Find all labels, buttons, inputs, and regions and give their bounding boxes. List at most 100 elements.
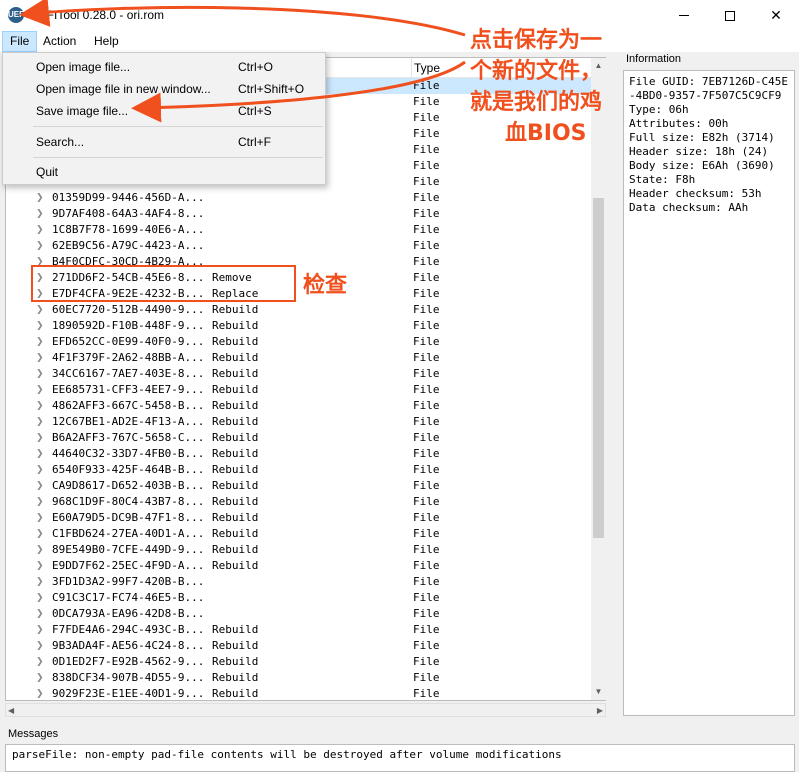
tree-row[interactable]: ❯ CA9D8617-D652-403B-B... Rebuild File — [6, 478, 591, 494]
tree-row[interactable]: ❯ 9D7AF408-64A3-4AF4-8... File — [6, 206, 591, 222]
expand-chevron-icon[interactable]: ❯ — [36, 590, 44, 606]
tree-row[interactable]: ❯ 0D1ED2F7-E92B-4562-9... Rebuild File — [6, 654, 591, 670]
tree-row[interactable]: ❯ 0DCA793A-EA96-42D8-B... File — [6, 606, 591, 622]
expand-chevron-icon[interactable]: ❯ — [36, 446, 44, 462]
tree-row[interactable]: ❯ 4F1F379F-2A62-48BB-A... Rebuild File — [6, 350, 591, 366]
close-button[interactable]: ✕ — [753, 0, 799, 31]
expand-chevron-icon[interactable]: ❯ — [36, 350, 44, 366]
expand-chevron-icon[interactable]: ❯ — [36, 398, 44, 414]
tree-row[interactable]: ❯ 3FD1D3A2-99F7-420B-B... File — [6, 574, 591, 590]
menu-item-open-new-window[interactable]: Open image file in new window... Ctrl+Sh… — [3, 78, 325, 100]
menu-file[interactable]: File — [2, 31, 38, 52]
tree-row[interactable]: ❯ 1C8B7F78-1699-40E6-A... File — [6, 222, 591, 238]
minimize-icon — [679, 15, 689, 16]
tree-row[interactable]: ❯ 6540F933-425F-464B-B... Rebuild File — [6, 462, 591, 478]
expand-chevron-icon[interactable]: ❯ — [36, 382, 44, 398]
tree-row[interactable]: ❯ 4862AFF3-667C-5458-B... Rebuild File — [6, 398, 591, 414]
tree-row[interactable]: ❯ 838DCF34-907B-4D55-9... Rebuild File — [6, 670, 591, 686]
tree-row[interactable]: ❯ C91C3C17-FC74-46E5-B... File — [6, 590, 591, 606]
tree-row[interactable]: ❯ F7FDE4A6-294C-493C-B... Rebuild File — [6, 622, 591, 638]
row-guid: 34CC6167-7AE7-403E-8... — [52, 367, 205, 380]
menu-item-search[interactable]: Search... Ctrl+F — [3, 131, 325, 153]
minimize-button[interactable] — [661, 0, 707, 31]
window-title: UEFITool 0.28.0 - ori.rom — [30, 8, 165, 22]
expand-chevron-icon[interactable]: ❯ — [36, 366, 44, 382]
expand-chevron-icon[interactable]: ❯ — [36, 558, 44, 574]
tree-row[interactable]: ❯ 44640C32-33D7-4FB0-B... Rebuild File — [6, 446, 591, 462]
row-type: File — [413, 591, 440, 604]
tree-row[interactable]: ❯ C1FBD624-27EA-40D1-A... Rebuild File — [6, 526, 591, 542]
tree-row[interactable]: ❯ 1890592D-F10B-448F-9... Rebuild File — [6, 318, 591, 334]
tree-row[interactable]: ❯ B6A2AFF3-767C-5658-C... Rebuild File — [6, 430, 591, 446]
tree-row[interactable]: ❯ 9029F23E-E1EE-40D1-9... Rebuild File — [6, 686, 591, 698]
tree-row[interactable]: ❯ 9B3ADA4F-AE56-4C24-8... Rebuild File — [6, 638, 591, 654]
scroll-right-icon[interactable]: ▶ — [597, 704, 603, 717]
tree-row[interactable]: ❯ 62EB9C56-A79C-4423-A... File — [6, 238, 591, 254]
tree-row[interactable]: ❯ 60EC7720-512B-4490-9... Rebuild File — [6, 302, 591, 318]
menu-item-save-image[interactable]: Save image file... Ctrl+S — [3, 100, 325, 122]
expand-chevron-icon[interactable]: ❯ — [36, 302, 44, 318]
menu-item-open-image[interactable]: Open image file... Ctrl+O — [3, 56, 325, 78]
row-action: Rebuild — [212, 463, 259, 476]
row-action: Rebuild — [212, 447, 259, 460]
scroll-down-icon[interactable]: ▼ — [591, 686, 606, 698]
expand-chevron-icon[interactable]: ❯ — [36, 622, 44, 638]
expand-chevron-icon[interactable]: ❯ — [36, 478, 44, 494]
vertical-scrollbar[interactable]: ▲ ▼ — [591, 58, 606, 700]
tree-row[interactable]: ❯ 12C67BE1-AD2E-4F13-A... Rebuild File — [6, 414, 591, 430]
row-type: File — [413, 463, 440, 476]
row-action: Rebuild — [212, 559, 259, 572]
tree-row[interactable]: ❯ 34CC6167-7AE7-403E-8... Rebuild File — [6, 366, 591, 382]
horizontal-scrollbar[interactable]: ◀ ▶ — [5, 703, 606, 717]
tree-row[interactable]: ❯ 01359D99-9446-456D-A... File — [6, 190, 591, 206]
information-pane[interactable]: File GUID: 7EB7126D-C45E-4BD0-9357-7F507… — [623, 70, 795, 716]
row-action: Rebuild — [212, 383, 259, 396]
messages-pane[interactable]: parseFile: non-empty pad-file contents w… — [5, 744, 795, 772]
maximize-button[interactable] — [707, 0, 753, 31]
expand-chevron-icon[interactable]: ❯ — [36, 574, 44, 590]
row-action: Rebuild — [212, 351, 259, 364]
expand-chevron-icon[interactable]: ❯ — [36, 494, 44, 510]
row-type: File — [413, 191, 440, 204]
expand-chevron-icon[interactable]: ❯ — [36, 318, 44, 334]
expand-chevron-icon[interactable]: ❯ — [36, 606, 44, 622]
expand-chevron-icon[interactable]: ❯ — [36, 638, 44, 654]
expand-chevron-icon[interactable]: ❯ — [36, 526, 44, 542]
expand-chevron-icon[interactable]: ❯ — [36, 190, 44, 206]
tree-row[interactable]: ❯ EFD652CC-0E99-40F0-9... Rebuild File — [6, 334, 591, 350]
row-type: File — [413, 95, 440, 108]
scroll-left-icon[interactable]: ◀ — [8, 704, 14, 717]
expand-chevron-icon[interactable]: ❯ — [36, 238, 44, 254]
expand-chevron-icon[interactable]: ❯ — [36, 510, 44, 526]
row-guid: 60EC7720-512B-4490-9... — [52, 303, 205, 316]
expand-chevron-icon[interactable]: ❯ — [36, 462, 44, 478]
row-guid: 1890592D-F10B-448F-9... — [52, 319, 205, 332]
row-type: File — [413, 79, 440, 92]
expand-chevron-icon[interactable]: ❯ — [36, 334, 44, 350]
menu-help[interactable]: Help — [87, 31, 126, 52]
expand-chevron-icon[interactable]: ❯ — [36, 686, 44, 698]
expand-chevron-icon[interactable]: ❯ — [36, 206, 44, 222]
expand-chevron-icon[interactable]: ❯ — [36, 670, 44, 686]
row-action: Rebuild — [212, 511, 259, 524]
expand-chevron-icon[interactable]: ❯ — [36, 542, 44, 558]
expand-chevron-icon[interactable]: ❯ — [36, 654, 44, 670]
menu-action[interactable]: Action — [36, 31, 83, 52]
row-action: Rebuild — [212, 399, 259, 412]
row-type: File — [413, 431, 440, 444]
pane-splitter[interactable] — [612, 57, 618, 717]
tree-row[interactable]: ❯ EE685731-CFF3-4EE7-9... Rebuild File — [6, 382, 591, 398]
tree-row[interactable]: ❯ E9DD7F62-25EC-4F9D-A... Rebuild File — [6, 558, 591, 574]
tree-row[interactable]: ❯ 968C1D9F-80C4-43B7-8... Rebuild File — [6, 494, 591, 510]
row-guid: 968C1D9F-80C4-43B7-8... — [52, 495, 205, 508]
row-action: Rebuild — [212, 671, 259, 684]
row-guid: C1FBD624-27EA-40D1-A... — [52, 527, 205, 540]
expand-chevron-icon[interactable]: ❯ — [36, 430, 44, 446]
expand-chevron-icon[interactable]: ❯ — [36, 222, 44, 238]
tree-row[interactable]: ❯ E60A79D5-DC9B-47F1-8... Rebuild File — [6, 510, 591, 526]
tree-row[interactable]: ❯ 89E549B0-7CFE-449D-9... Rebuild File — [6, 542, 591, 558]
menu-item-quit[interactable]: Quit — [3, 161, 325, 183]
row-action: Rebuild — [212, 639, 259, 652]
expand-chevron-icon[interactable]: ❯ — [36, 414, 44, 430]
scroll-thumb[interactable] — [593, 198, 604, 538]
